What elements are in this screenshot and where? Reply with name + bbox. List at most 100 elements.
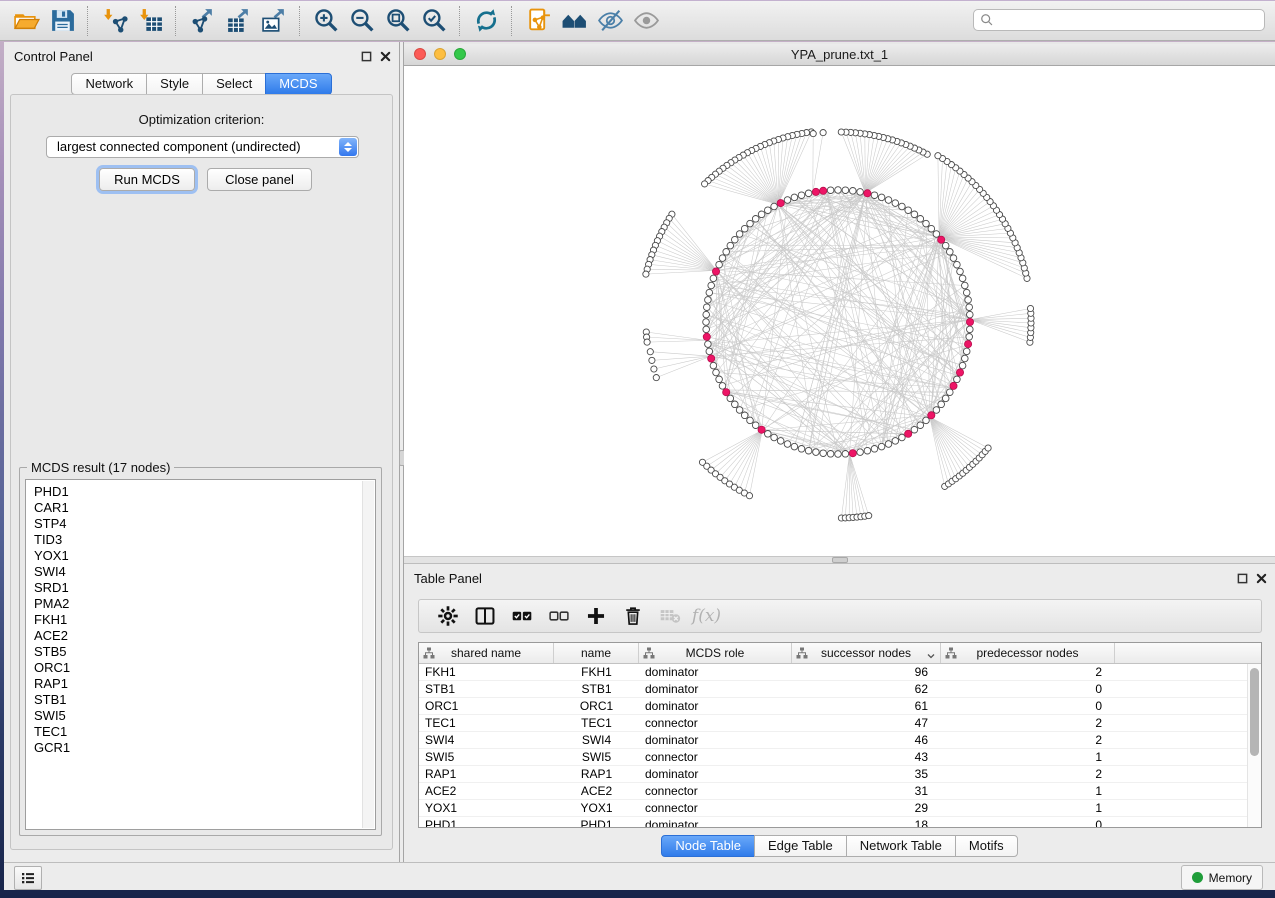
show-details-eye-icon[interactable] — [628, 5, 664, 37]
network-node[interactable] — [716, 261, 723, 268]
tab-mcds[interactable]: MCDS — [265, 73, 331, 95]
close-window-icon[interactable] — [414, 48, 426, 60]
mcds-result-item[interactable]: SWI4 — [34, 564, 375, 580]
network-node[interactable] — [933, 407, 940, 414]
column-header-predecessor-nodes[interactable]: predecessor nodes — [941, 643, 1115, 663]
network-node[interactable] — [917, 216, 924, 223]
network-node[interactable] — [871, 446, 878, 453]
network-node[interactable] — [703, 311, 710, 318]
save-icon[interactable] — [44, 5, 80, 37]
network-node[interactable] — [777, 438, 784, 445]
tab-network-table[interactable]: Network Table — [846, 835, 956, 857]
mcds-node[interactable] — [777, 200, 784, 207]
network-node[interactable] — [899, 203, 906, 210]
export-image-icon[interactable] — [256, 5, 292, 37]
network-node[interactable] — [942, 242, 949, 249]
memory-button[interactable]: Memory — [1181, 865, 1263, 890]
tab-node-table[interactable]: Node Table — [661, 835, 755, 857]
network-node[interactable] — [911, 426, 918, 433]
network-node[interactable] — [741, 225, 748, 232]
mcds-result-item[interactable]: GCR1 — [34, 740, 375, 756]
table-row[interactable]: RAP1RAP1dominator352 — [419, 766, 1261, 783]
network-node[interactable] — [791, 443, 798, 450]
network-node[interactable] — [765, 431, 772, 438]
network-node[interactable] — [784, 197, 791, 204]
float-panel-icon[interactable] — [361, 49, 372, 67]
network-node[interactable] — [947, 389, 954, 396]
network-node[interactable] — [723, 249, 730, 256]
satellite-node[interactable] — [810, 131, 816, 137]
delete-row-icon[interactable] — [614, 602, 651, 630]
table-row[interactable]: YOX1YOX1connector291 — [419, 800, 1261, 817]
network-node[interactable] — [827, 187, 834, 194]
table-scrollbar-thumb[interactable] — [1250, 668, 1259, 756]
network-node[interactable] — [736, 231, 743, 238]
network-node[interactable] — [716, 376, 723, 383]
mcds-node[interactable] — [864, 190, 871, 197]
network-node[interactable] — [835, 187, 842, 194]
satellite-node[interactable] — [644, 339, 650, 345]
network-node[interactable] — [962, 355, 969, 362]
network-node[interactable] — [963, 289, 970, 296]
network-node[interactable] — [820, 450, 827, 457]
network-node[interactable] — [954, 261, 961, 268]
network-node[interactable] — [704, 304, 711, 311]
network-node[interactable] — [732, 236, 739, 243]
network-canvas[interactable] — [404, 66, 1275, 556]
network-node[interactable] — [966, 334, 973, 341]
network-node[interactable] — [705, 297, 712, 304]
network-node[interactable] — [765, 207, 772, 214]
mcds-result-item[interactable]: SWI5 — [34, 708, 375, 724]
network-node[interactable] — [928, 225, 935, 232]
import-table-icon[interactable] — [132, 5, 168, 37]
double-house-icon[interactable] — [556, 5, 592, 37]
satellite-node[interactable] — [653, 375, 659, 381]
zoom-fit-icon[interactable] — [380, 5, 416, 37]
network-node[interactable] — [758, 211, 765, 218]
network-node[interactable] — [771, 434, 778, 441]
network-node[interactable] — [878, 194, 885, 201]
network-node[interactable] — [736, 407, 743, 414]
network-node[interactable] — [706, 348, 713, 355]
mcds-node[interactable] — [938, 236, 945, 243]
network-node[interactable] — [791, 194, 798, 201]
tab-edge-table[interactable]: Edge Table — [754, 835, 847, 857]
zoom-window-icon[interactable] — [454, 48, 466, 60]
network-node[interactable] — [798, 192, 805, 199]
mcds-node[interactable] — [712, 268, 719, 275]
add-row-icon[interactable] — [577, 602, 614, 630]
network-node[interactable] — [885, 197, 892, 204]
table-scrollbar-track[interactable] — [1247, 664, 1261, 827]
satellite-node[interactable] — [746, 493, 752, 499]
copy-network-icon[interactable] — [520, 5, 556, 37]
network-node[interactable] — [805, 190, 812, 197]
network-node[interactable] — [947, 249, 954, 256]
satellite-node[interactable] — [820, 130, 826, 136]
network-node[interactable] — [933, 231, 940, 238]
mcds-result-item[interactable]: FKH1 — [34, 612, 375, 628]
network-node[interactable] — [957, 268, 964, 275]
mcds-node[interactable] — [966, 318, 973, 325]
satellite-node[interactable] — [649, 357, 655, 363]
horizontal-splitter[interactable] — [404, 556, 1275, 563]
mcds-result-item[interactable]: TEC1 — [34, 724, 375, 740]
minimize-window-icon[interactable] — [434, 48, 446, 60]
network-node[interactable] — [892, 200, 899, 207]
network-window-titlebar[interactable]: YPA_prune.txt_1 — [404, 44, 1275, 66]
network-node[interactable] — [710, 275, 717, 282]
mcds-node[interactable] — [956, 369, 963, 376]
mcds-node[interactable] — [928, 412, 935, 419]
network-node[interactable] — [959, 275, 966, 282]
satellite-node[interactable] — [643, 271, 649, 277]
mcds-node[interactable] — [703, 333, 710, 340]
network-node[interactable] — [967, 326, 974, 333]
table-row[interactable]: TEC1TEC1connector472 — [419, 715, 1261, 732]
network-node[interactable] — [857, 449, 864, 456]
network-node[interactable] — [719, 383, 726, 390]
network-node[interactable] — [708, 282, 715, 289]
network-node[interactable] — [798, 446, 805, 453]
network-node[interactable] — [835, 451, 842, 458]
mcds-result-item[interactable]: STP4 — [34, 516, 375, 532]
deselect-all-icon[interactable] — [540, 602, 577, 630]
network-node[interactable] — [747, 417, 754, 424]
